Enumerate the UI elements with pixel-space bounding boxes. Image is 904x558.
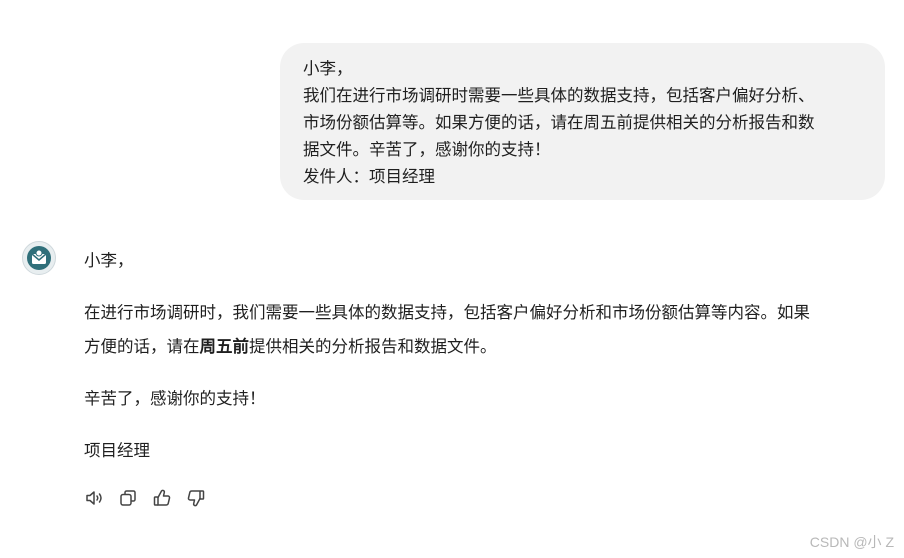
reply-paragraph-line: 方便的话，请在周五前提供相关的分析报告和数据文件。: [84, 330, 884, 364]
copy-icon: [120, 490, 136, 506]
user-message-line: 发件人：项目经理: [303, 167, 435, 186]
user-message-line: 我们在进行市场调研时需要一些具体的数据支持，包括客户偏好分析、: [303, 86, 815, 105]
reply-paragraph-line: 在进行市场调研时，我们需要一些具体的数据支持，包括客户偏好分析和市场份额估算等内…: [84, 303, 810, 322]
thumbs-down-button[interactable]: [186, 488, 206, 508]
thumbs-down-icon: [187, 490, 205, 507]
reply-text: 方便的话，请在: [84, 337, 200, 356]
assistant-avatar: [22, 241, 56, 275]
copy-button[interactable]: [118, 488, 138, 508]
user-message-line: 据文件。辛苦了，感谢你的支持！: [303, 140, 551, 159]
chat-page: 小李， 我们在进行市场调研时需要一些具体的数据支持，包括客户偏好分析、 市场份额…: [0, 0, 904, 558]
reply-signature: 项目经理: [84, 441, 150, 460]
reply-bold-text: 周五前: [199, 337, 250, 356]
thumbs-up-icon: [153, 489, 171, 506]
user-message-line: 小李，: [303, 59, 353, 78]
watermark: CSDN @小 Z: [809, 534, 894, 550]
message-actions: [84, 488, 206, 508]
speaker-icon: [86, 491, 102, 505]
reply-paragraph: 辛苦了，感谢你的支持！: [84, 389, 266, 408]
user-message-line: 市场份额估算等。如果方便的话，请在周五前提供相关的分析报告和数: [303, 113, 815, 132]
reply-text: 提供相关的分析报告和数据文件。: [249, 337, 497, 356]
read-aloud-button[interactable]: [84, 488, 104, 508]
reply-greeting: 小李，: [84, 251, 134, 270]
user-message-bubble: 小李， 我们在进行市场调研时需要一些具体的数据支持，包括客户偏好分析、 市场份额…: [280, 43, 885, 200]
envelope-bot-icon: [27, 246, 51, 270]
assistant-reply: 小李， 在进行市场调研时，我们需要一些具体的数据支持，包括客户偏好分析和市场份额…: [84, 244, 884, 468]
thumbs-up-button[interactable]: [152, 488, 172, 508]
